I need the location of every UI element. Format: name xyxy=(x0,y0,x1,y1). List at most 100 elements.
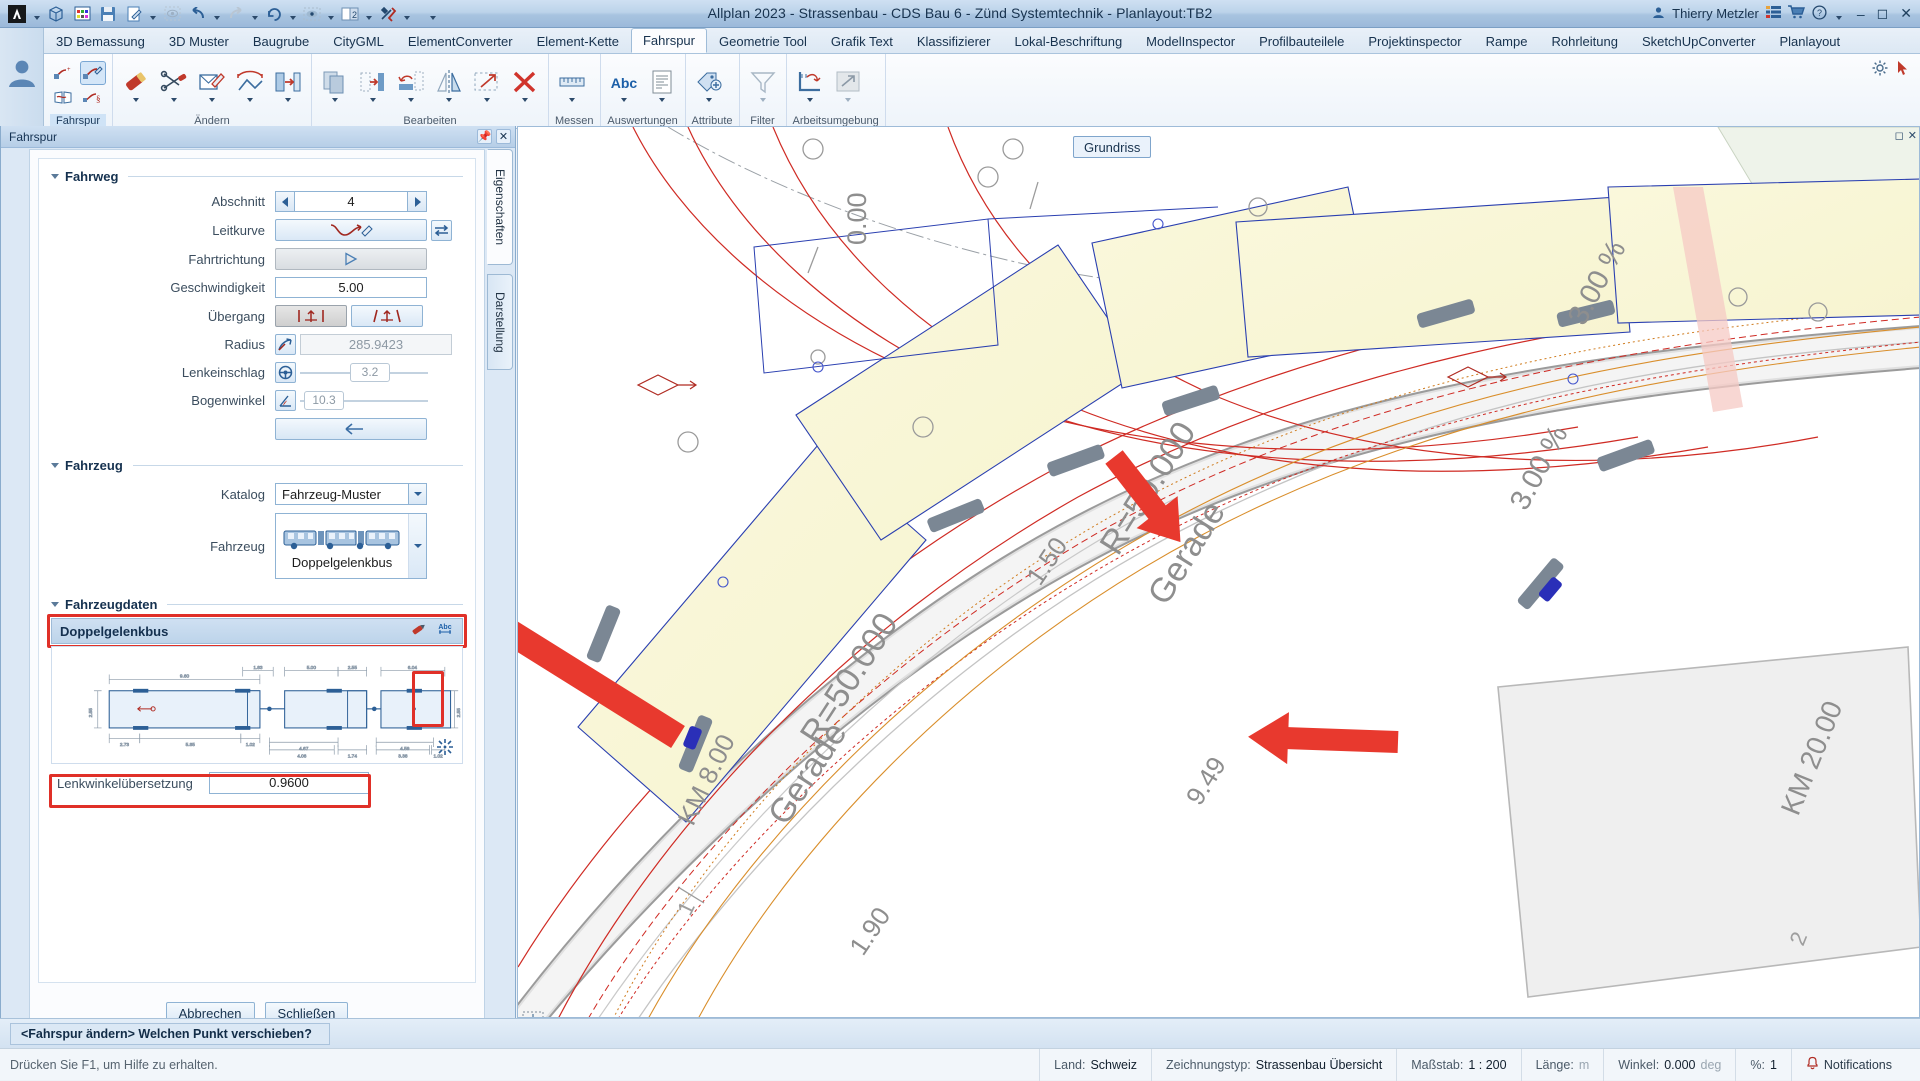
bogenwinkel-icon-button[interactable] xyxy=(275,390,296,411)
bogenwinkel-value[interactable]: 10.3 xyxy=(304,391,344,410)
mirror-icon[interactable] xyxy=(271,65,305,105)
ruler-icon[interactable] xyxy=(555,65,589,105)
status-notifications[interactable]: Notifications xyxy=(1791,1049,1906,1081)
report-icon[interactable] xyxy=(645,65,679,105)
filter-dropdown-icon[interactable] xyxy=(760,98,766,102)
polyline-dropdown-icon[interactable] xyxy=(247,98,253,102)
move-icon[interactable] xyxy=(356,65,390,105)
status-field-percent[interactable]: %: 1 xyxy=(1735,1049,1791,1081)
rotate-icon[interactable] xyxy=(394,65,428,105)
status-field-laenge[interactable]: Länge: m xyxy=(1521,1049,1604,1081)
collapse-triangle-icon[interactable] xyxy=(51,174,59,179)
fahrspur-new-icon[interactable]: + xyxy=(50,61,76,85)
polyline-icon[interactable] xyxy=(233,65,267,105)
copy-icon[interactable] xyxy=(318,65,352,105)
abschnitt-stepper[interactable]: 4 xyxy=(275,191,427,212)
help-icon[interactable]: ? xyxy=(1812,5,1827,23)
tab-geometrie-tool[interactable]: Geometrie Tool xyxy=(707,28,819,53)
uebergang-option-1-button[interactable] xyxy=(275,305,347,327)
fahrzeug-select[interactable]: Doppelgelenkbus xyxy=(275,513,427,579)
geschwindigkeit-input[interactable]: 5.00 xyxy=(275,277,427,298)
stretch-dropdown-icon[interactable] xyxy=(484,98,490,102)
bell-icon[interactable] xyxy=(1806,1056,1819,1073)
fahrzeug-dropdown-icon[interactable] xyxy=(408,514,426,578)
viewport-close-icon[interactable]: ✕ xyxy=(1908,129,1917,142)
eraser-dropdown-icon[interactable] xyxy=(133,98,139,102)
fahrtrichtung-button[interactable] xyxy=(275,248,427,270)
uebergang-option-2-button[interactable] xyxy=(351,305,423,327)
filter-icon[interactable] xyxy=(746,65,780,105)
vehicle-data-header[interactable]: Doppelgelenkbus Abc xyxy=(51,618,463,644)
connect-icon[interactable] xyxy=(1766,5,1781,22)
abc-dimension-icon[interactable]: Abc xyxy=(436,622,454,641)
tab-3d-muster[interactable]: 3D Muster xyxy=(157,28,241,53)
user-account-icon[interactable] xyxy=(1652,6,1665,22)
mirror-axis-icon[interactable] xyxy=(432,65,466,105)
abc-icon[interactable]: Abc xyxy=(607,65,641,105)
help-dropdown-icon[interactable] xyxy=(1834,3,1844,25)
pin-icon[interactable]: 📌 xyxy=(477,129,492,144)
viewport-restore-icon[interactable]: ◻ xyxy=(1895,129,1904,142)
section-header-fahrzeugdaten[interactable]: Fahrzeugdaten xyxy=(51,597,463,612)
copy-dropdown-icon[interactable] xyxy=(332,98,338,102)
tab-fahrspur[interactable]: Fahrspur xyxy=(631,28,707,53)
status-field-massstab[interactable]: Maßstab: 1 : 200 xyxy=(1396,1049,1520,1081)
reverse-direction-button[interactable] xyxy=(275,418,427,440)
lenkwinkeluebersetzung-input[interactable]: 0.9600 xyxy=(209,772,369,794)
edit-element-dropdown-icon[interactable] xyxy=(209,98,215,102)
mirror-dropdown-icon[interactable] xyxy=(285,98,291,102)
resize-icon[interactable] xyxy=(831,65,865,105)
fahrspur-paragraph-icon[interactable]: § xyxy=(80,86,106,110)
delete-dropdown-icon[interactable] xyxy=(522,98,528,102)
command-prompt[interactable]: <Fahrspur ändern> Welchen Punkt verschie… xyxy=(10,1023,330,1045)
chevron-down-icon[interactable] xyxy=(408,484,426,504)
center-marker-icon[interactable] xyxy=(436,738,454,759)
leitkurve-swap-button[interactable] xyxy=(431,220,452,241)
close-icon[interactable]: ✕ xyxy=(496,129,511,144)
collapse-triangle-icon[interactable] xyxy=(51,463,59,468)
tab-baugrube[interactable]: Baugrube xyxy=(241,28,321,53)
viewport-label-grundriss[interactable]: Grundriss xyxy=(1073,136,1151,158)
abschnitt-value[interactable]: 4 xyxy=(295,191,407,212)
delete-icon[interactable] xyxy=(508,65,542,105)
radius-pick-button[interactable] xyxy=(275,334,296,355)
tab-projektinspector[interactable]: Projektinspector xyxy=(1356,28,1473,53)
katalog-select[interactable]: Fahrzeug-Muster xyxy=(275,483,427,505)
mirror-axis-dropdown-icon[interactable] xyxy=(446,98,452,102)
resize-dropdown-icon[interactable] xyxy=(845,98,851,102)
settings-gear-icon[interactable] xyxy=(1872,60,1888,79)
tab-rampe[interactable]: Rampe xyxy=(1474,28,1540,53)
move-dropdown-icon[interactable] xyxy=(370,98,376,102)
stretch-icon[interactable] xyxy=(470,65,504,105)
abschnitt-next-button[interactable] xyxy=(407,191,427,212)
shop-cart-icon[interactable] xyxy=(1788,5,1805,22)
tab-citygml[interactable]: CityGML xyxy=(321,28,396,53)
eraser-icon[interactable] xyxy=(119,65,153,105)
report-dropdown-icon[interactable] xyxy=(659,98,665,102)
workspace-icon[interactable] xyxy=(793,65,827,105)
tab-grafik-text[interactable]: Grafik Text xyxy=(819,28,905,53)
scissors-dropdown-icon[interactable] xyxy=(171,98,177,102)
lenkeinschlag-slider[interactable]: 3.2 xyxy=(300,362,428,383)
tab-3d-bemassung[interactable]: 3D Bemassung xyxy=(44,28,157,53)
tab-klassifizierer[interactable]: Klassifizierer xyxy=(905,28,1003,53)
abc-dropdown-icon[interactable] xyxy=(621,98,627,102)
leitkurve-button[interactable] xyxy=(275,219,427,241)
fahrspur-book-icon[interactable] xyxy=(50,86,76,110)
collapse-triangle-icon[interactable] xyxy=(51,602,59,607)
tab-profilbauteilele[interactable]: Profilbauteilele xyxy=(1247,28,1356,53)
panel-tab-darstellung[interactable]: Darstellung xyxy=(487,274,513,370)
tab-element-kette[interactable]: Element-Kette xyxy=(525,28,631,53)
tab-elementconverter[interactable]: ElementConverter xyxy=(396,28,525,53)
workspace-dropdown-icon[interactable] xyxy=(807,98,813,102)
tab-rohrleitung[interactable]: Rohrleitung xyxy=(1539,28,1630,53)
fahrspur-edit-icon[interactable] xyxy=(80,61,106,85)
panel-tab-eigenschaften[interactable]: Eigenschaften xyxy=(487,149,513,265)
close-button[interactable]: ✕ xyxy=(1900,5,1912,22)
tab-modelinspector[interactable]: ModelInspector xyxy=(1134,28,1247,53)
tab-planlayout[interactable]: Planlayout xyxy=(1767,28,1852,53)
tab-lokal-beschriftung[interactable]: Lokal-Beschriftung xyxy=(1003,28,1135,53)
section-header-fahrweg[interactable]: Fahrweg xyxy=(51,169,463,184)
maximize-button[interactable]: ◻ xyxy=(1877,5,1889,22)
pencil-icon[interactable] xyxy=(410,622,427,640)
